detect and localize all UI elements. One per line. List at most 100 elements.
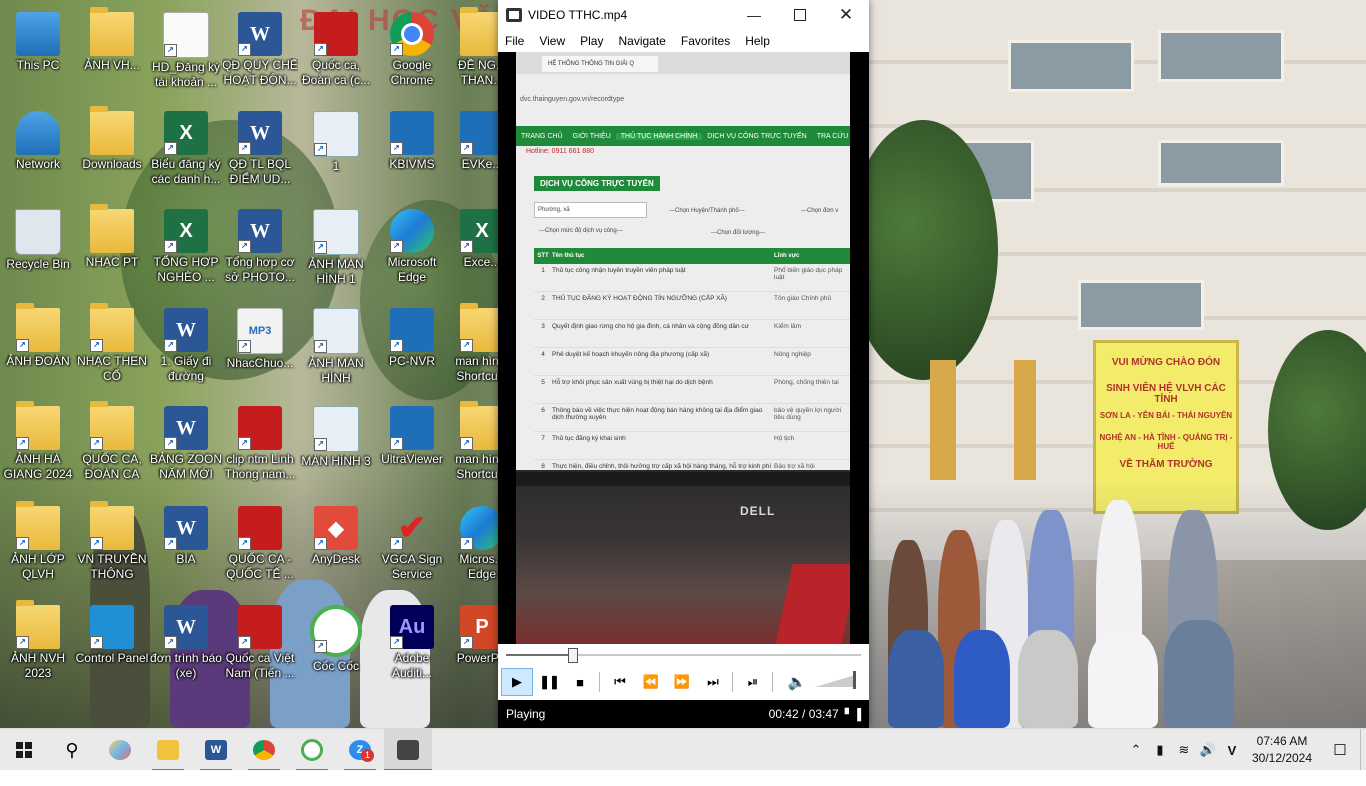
desktop-icon[interactable]: ↗ QUỐC CA - QUỐC TẾ ... — [222, 502, 298, 594]
desktop-icon[interactable]: ✔ ↗ VGCA Sign Service — [374, 502, 450, 594]
desktop-icon[interactable]: W ↗ Tổng hợp cơ sở PHOTO... — [222, 205, 298, 297]
desktop-icon[interactable]: W ↗ BẢNG ZOON NĂM MỚI — [148, 402, 224, 494]
maximize-button[interactable] — [777, 0, 823, 30]
desktop-icon-label: ẢNH MÀN HÌNH — [308, 356, 364, 385]
clock[interactable]: 07:46 AM 30/12/2024 — [1244, 733, 1320, 767]
table-cell: Hộ tịch — [774, 435, 795, 442]
taskbar-zalo[interactable]: Z 1 — [336, 729, 384, 771]
desktop-icon[interactable]: ↗ PC-NVR — [374, 304, 450, 396]
desktop-icon[interactable]: Recycle Bin — [0, 205, 76, 297]
network-button[interactable]: ≋ — [1172, 729, 1196, 771]
show-hidden-icons-button[interactable]: ⌃ — [1124, 729, 1148, 771]
desktop-icon[interactable]: ↗ Quốc ca Việt Nam (Tiến ... — [222, 601, 298, 693]
desktop-icon[interactable]: ↗ 1 — [298, 107, 374, 199]
desktop-icon[interactable]: W ↗ BÌA — [148, 502, 224, 594]
volume-slider[interactable] — [815, 669, 859, 695]
desktop-icon[interactable]: ↗ ẢNH MÀN HÌNH 1 — [298, 205, 374, 297]
start-button[interactable] — [0, 729, 48, 771]
desktop-icon[interactable]: ↗ VN TRUYỀN THÔNG — [74, 501, 150, 594]
desktop-icon-label: BÌA — [176, 552, 196, 566]
fast-forward-button[interactable]: ⏩ — [667, 669, 697, 695]
column-header: Lĩnh vực — [774, 253, 800, 259]
menu-favorites[interactable]: Favorites — [674, 34, 738, 48]
media-player-window[interactable]: VIDEO TTHC.mp4 — ✕ File View Play Naviga… — [498, 0, 869, 728]
seek-thumb[interactable] — [567, 648, 578, 663]
desktop-icon[interactable]: ↗ Google Chrome — [374, 8, 450, 100]
video-area[interactable]: HỆ THỐNG THÔNG TIN GIẢI Q dvc.thainguyen… — [498, 52, 869, 644]
desktop-icon[interactable]: ↗ ẢNH ĐOÀN — [0, 303, 76, 396]
desktop-icon[interactable]: ↗ Control Panel — [74, 601, 150, 693]
desktop-icon-label: QĐ TL BQL ĐIỂM UD... — [228, 157, 292, 186]
desktop-icon[interactable]: ↗ Microsoft Edge — [374, 205, 450, 297]
desktop-icon[interactable]: W ↗ QĐ TL BQL ĐIỂM UD... — [222, 107, 298, 199]
show-desktop-button[interactable] — [1360, 729, 1366, 771]
desktop-icon[interactable]: ↗ ẢNH HÀ GIANG 2024 — [0, 401, 76, 494]
desktop-icon-label: ẢNH ĐOÀN — [6, 354, 70, 368]
desktop-icon[interactable]: Au ↗ Adobe Auditi... — [374, 601, 450, 693]
desktop-icon[interactable]: W ↗ QĐ QUY CHẾ HOẠT ĐỘN... — [222, 8, 298, 100]
taskbar-coccoc[interactable] — [288, 729, 336, 771]
shortcut-arrow-icon: ↗ — [314, 537, 327, 550]
table-cell: Thủ tục công nhận tuyên truyền viên pháp… — [552, 267, 686, 274]
menu-help[interactable]: Help — [738, 34, 778, 48]
minimize-icon: — — [747, 7, 761, 23]
desktop-icon[interactable]: ↗ ẢNH NVH 2023 — [0, 600, 76, 693]
tray-app-button[interactable]: ▮ — [1148, 729, 1172, 771]
stop-button[interactable]: ■ — [565, 669, 595, 695]
menu-play[interactable]: Play — [573, 34, 611, 48]
desktop-icon-label: QĐ QUY CHẾ HOẠT ĐỘN... — [222, 58, 298, 87]
desktop-icon-label: 1 — [332, 159, 340, 173]
desktop-icon[interactable]: NHẠC PT — [74, 204, 150, 297]
desktop-icon[interactable]: W ↗ đơn trình báo (xe) — [148, 601, 224, 693]
search-button[interactable]: ⚲ — [48, 729, 96, 771]
desktop-icon[interactable]: ◆ ↗ AnyDesk — [298, 502, 374, 594]
next-button[interactable]: ⏭ — [698, 669, 728, 695]
desktop-icon[interactable]: ↗ NHẠC THEN CỔ — [74, 303, 150, 396]
menu-navigate[interactable]: Navigate — [611, 34, 673, 48]
action-center-button[interactable]: ☐ — [1320, 729, 1360, 771]
previous-button[interactable]: ⏮ — [605, 669, 635, 695]
play-button[interactable]: ▶ — [501, 668, 533, 696]
table-cell: 7 — [541, 435, 545, 442]
menu-view[interactable]: View — [532, 34, 573, 48]
desktop-icon[interactable]: ↗ UltraViewer — [374, 402, 450, 494]
mute-button[interactable]: 🔈 — [783, 669, 811, 695]
desktop-icon[interactable]: ↗ KBIVMS — [374, 107, 450, 199]
volume-knob[interactable] — [853, 671, 856, 689]
desktop-icon[interactable]: ↗ QUỐC CA, ĐOÀN CA — [74, 401, 150, 494]
video-select-unit: ---Chọn đơn v — [801, 208, 839, 214]
seek-bar[interactable] — [498, 644, 869, 666]
desktop-icon[interactable]: W ↗ 1. Giấy đi đường — [148, 304, 224, 396]
desktop-icon[interactable]: ẢNH VH... — [74, 7, 150, 100]
table-cell: Kiểm lâm — [774, 323, 802, 330]
taskbar-file-explorer[interactable] — [144, 729, 192, 771]
frame-step-button[interactable]: ⏯ — [738, 669, 768, 695]
desktop-icon[interactable]: ↗ clip ntm Linh Thong nam... — [222, 402, 298, 494]
desktop-icon[interactable]: ↗ ẢNH LỚP QLVH — [0, 501, 76, 594]
taskbar-paint[interactable] — [96, 729, 144, 771]
desktop-icon[interactable]: ↗ ẢNH MÀN HÌNH — [298, 304, 374, 396]
taskbar-chrome[interactable] — [240, 729, 288, 771]
shortcut-arrow-icon: ↗ — [90, 437, 103, 450]
menu-file[interactable]: File — [498, 34, 532, 48]
desktop-icon[interactable]: ↗ Quốc ca, Đoàn ca (c... — [298, 8, 374, 100]
desktop-icon[interactable]: X ↗ TỔNG HỢP NGHÈO ... — [148, 205, 224, 297]
close-button[interactable]: ✕ — [823, 0, 869, 30]
desktop-icon[interactable]: ↗ HD_Đăng ký tài khoản ... — [148, 8, 224, 100]
desktop-icon[interactable]: Network — [0, 107, 76, 199]
rewind-button[interactable]: ⏪ — [636, 669, 666, 695]
taskbar-media-player[interactable] — [384, 729, 432, 771]
input-method-button[interactable]: V — [1220, 729, 1244, 771]
desktop-icon[interactable]: X ↗ Biểu đăng ký các danh h... — [148, 107, 224, 199]
desktop-icon[interactable]: This PC — [0, 8, 76, 100]
doc-icon: ↗ — [163, 12, 209, 58]
volume-button[interactable]: 🔊 — [1196, 729, 1220, 771]
title-bar[interactable]: VIDEO TTHC.mp4 — ✕ — [498, 0, 869, 30]
minimize-button[interactable]: — — [731, 0, 777, 30]
desktop-icon[interactable]: MP3 ↗ NhacChuo... — [222, 304, 298, 396]
desktop-icon[interactable]: Downloads — [74, 106, 150, 199]
desktop-icon[interactable]: ↗ MÀN HÌNH 3 — [298, 402, 374, 494]
taskbar-word[interactable]: W — [192, 729, 240, 771]
pause-button[interactable]: ❚❚ — [534, 669, 564, 695]
desktop-icon[interactable]: ↗ Cốc Cốc — [298, 601, 374, 693]
